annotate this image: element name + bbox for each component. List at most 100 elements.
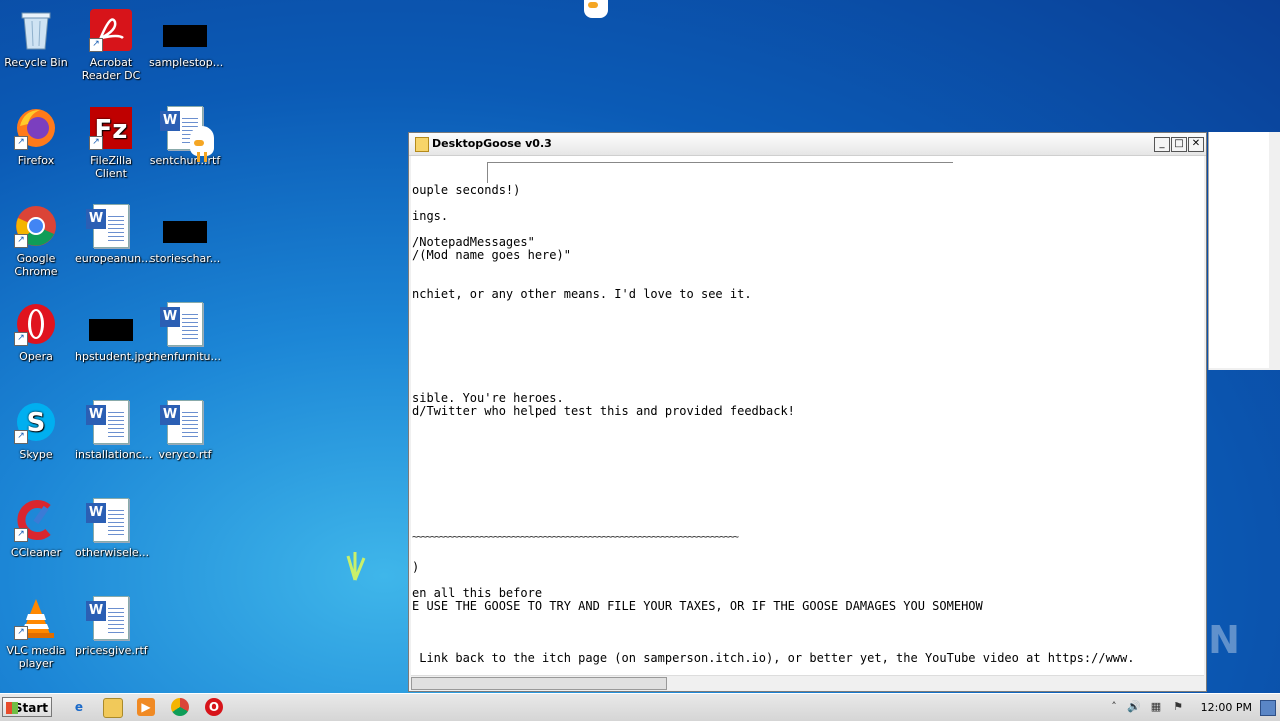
- file-pricesgive[interactable]: W pricesgive.rtf: [75, 596, 148, 657]
- icon-label: Skype: [19, 448, 53, 461]
- start-label: Start: [13, 701, 48, 715]
- system-tray: ˄ 🔊 ▦ ⚑ 12:00 PM: [1105, 694, 1280, 721]
- icon-label: FileZilla Client: [90, 154, 132, 180]
- volume-icon[interactable]: 🔊: [1127, 700, 1141, 714]
- shortcut-arrow-icon: ↗: [14, 136, 28, 150]
- goose-sprite[interactable]: [190, 126, 214, 162]
- goose-beak: [194, 140, 204, 146]
- file-veryco[interactable]: W veryco.rtf: [149, 400, 221, 461]
- show-desktop-button[interactable]: [1260, 700, 1276, 716]
- trash-icon: [14, 8, 58, 52]
- icon-label: Acrobat Reader DC: [81, 56, 141, 82]
- filezilla-shortcut[interactable]: Fz ↗ FileZilla Client: [75, 106, 147, 180]
- firefox-shortcut[interactable]: ↗ Firefox: [0, 106, 72, 167]
- minimize-button[interactable]: _: [1154, 137, 1170, 152]
- text-box-outline: [487, 162, 953, 183]
- file-samplestop[interactable]: samplestop...: [149, 8, 224, 69]
- icon-label: Firefox: [17, 154, 55, 167]
- vlc-shortcut[interactable]: ↗ VLC media player: [0, 596, 72, 670]
- taskbar: Start e ▶ O ˄ 🔊 ▦ ⚑ 12:00 PM: [0, 693, 1280, 721]
- word-document-icon: W: [86, 498, 133, 542]
- icon-label: storieschar...: [149, 252, 221, 265]
- desktopgoose-window[interactable]: DesktopGoose v0.3 _ □ ✕ ouple seconds!) …: [408, 132, 1207, 692]
- show-hidden-icons-icon[interactable]: ˄: [1107, 700, 1121, 714]
- shortcut-arrow-icon: ↗: [14, 234, 28, 248]
- goose-sprite[interactable]: [584, 0, 608, 18]
- goose-beak: [588, 2, 598, 8]
- ccleaner-shortcut[interactable]: ↗ CCleaner: [0, 498, 72, 559]
- icon-label: installationc...: [75, 448, 153, 461]
- shortcut-arrow-icon: ↗: [14, 430, 28, 444]
- text-line: E USE THE GOOSE TO TRY AND FILE YOUR TAX…: [412, 599, 983, 613]
- action-center-flag-icon[interactable]: ⚑: [1171, 700, 1185, 714]
- notepad-text-area[interactable]: ouple seconds!) ings. /NotepadMessages" …: [411, 156, 1204, 675]
- media-player-icon[interactable]: ▶: [137, 698, 155, 716]
- file-otherwisele[interactable]: W otherwisele...: [75, 498, 150, 559]
- scrollbar-thumb[interactable]: [411, 677, 667, 690]
- horizontal-scrollbar[interactable]: [411, 675, 1204, 691]
- text-line: ings.: [412, 209, 449, 223]
- word-document-icon: W: [86, 400, 133, 444]
- text-line: /(Mod name goes here)": [412, 248, 571, 262]
- icon-label: thenfurnitu...: [149, 350, 221, 363]
- chrome-shortcut[interactable]: ↗ Google Chrome: [0, 204, 72, 278]
- file-storieschar[interactable]: storieschar...: [149, 204, 221, 265]
- opera-icon: ↗: [14, 302, 58, 346]
- svg-text:S: S: [27, 408, 46, 438]
- word-document-icon: W: [86, 596, 133, 640]
- anyrun-watermark: ANY RUN: [1040, 618, 1241, 662]
- shortcut-arrow-icon: ↗: [89, 136, 103, 150]
- window-titlebar[interactable]: DesktopGoose v0.3 _ □ ✕: [409, 133, 1206, 156]
- file-thenfurnitu[interactable]: W thenfurnitu...: [149, 302, 221, 363]
- network-icon[interactable]: ▦: [1149, 700, 1163, 714]
- icon-label: hpstudent.jpg: [75, 350, 152, 363]
- folder-icon: [415, 137, 429, 152]
- close-button[interactable]: ✕: [1188, 137, 1204, 152]
- icon-label: pricesgive.rtf: [75, 644, 148, 657]
- maximize-button[interactable]: □: [1171, 137, 1187, 152]
- recycle-bin-icon[interactable]: Recycle Bin: [0, 8, 72, 69]
- text-line: en all this before: [412, 586, 543, 600]
- internet-explorer-icon[interactable]: e: [70, 698, 88, 716]
- text-line: ): [412, 560, 420, 574]
- image-thumbnail-icon: [163, 8, 207, 52]
- icon-label: europeanun...: [75, 252, 152, 265]
- skype-icon: S ↗: [14, 400, 58, 444]
- icon-label: CCleaner: [10, 546, 62, 559]
- skype-shortcut[interactable]: S ↗ Skype: [0, 400, 72, 461]
- explorer-folder-icon[interactable]: [103, 698, 123, 718]
- windows-logo-icon: [6, 702, 18, 714]
- icon-label: veryco.rtf: [158, 448, 212, 461]
- icon-label: Google Chrome: [14, 252, 58, 278]
- icon-label: VLC media player: [6, 644, 66, 670]
- background-window[interactable]: [1208, 132, 1280, 370]
- text-line: ~~~~~~~~~~~~~~~~~~~~~~~~~~~~~~~~~~~~~~~~…: [412, 532, 739, 543]
- shortcut-arrow-icon: ↗: [89, 38, 103, 52]
- acrobat-icon: ↗: [89, 8, 133, 52]
- vlc-icon: ↗: [14, 596, 58, 640]
- icon-label: Opera: [19, 350, 53, 363]
- start-button[interactable]: Start: [2, 697, 52, 717]
- shortcut-arrow-icon: ↗: [14, 528, 28, 542]
- acrobat-shortcut[interactable]: ↗ Acrobat Reader DC: [75, 8, 147, 82]
- icon-label: otherwisele...: [75, 546, 150, 559]
- chrome-icon: ↗: [14, 204, 58, 248]
- icon-label: samplestop...: [149, 56, 224, 69]
- file-hpstudent[interactable]: hpstudent.jpg: [75, 302, 152, 363]
- window-title: DesktopGoose v0.3: [432, 137, 552, 150]
- file-installationc[interactable]: W installationc...: [75, 400, 153, 461]
- goose-leg: [204, 152, 207, 162]
- shortcut-arrow-icon: ↗: [14, 332, 28, 346]
- filezilla-icon: Fz ↗: [89, 106, 133, 150]
- shortcut-arrow-icon: ↗: [14, 626, 28, 640]
- chrome-taskbar-icon[interactable]: [171, 698, 189, 716]
- image-thumbnail-icon: [163, 204, 207, 248]
- clock[interactable]: 12:00 PM: [1201, 701, 1252, 714]
- word-document-icon: W: [160, 400, 207, 444]
- text-line: /NotepadMessages": [412, 235, 535, 249]
- file-europeanun[interactable]: W europeanun...: [75, 204, 152, 265]
- text-line: ouple seconds!): [412, 183, 521, 197]
- opera-taskbar-icon[interactable]: O: [205, 698, 223, 716]
- opera-shortcut[interactable]: ↗ Opera: [0, 302, 72, 363]
- background-window-content: [1209, 132, 1269, 368]
